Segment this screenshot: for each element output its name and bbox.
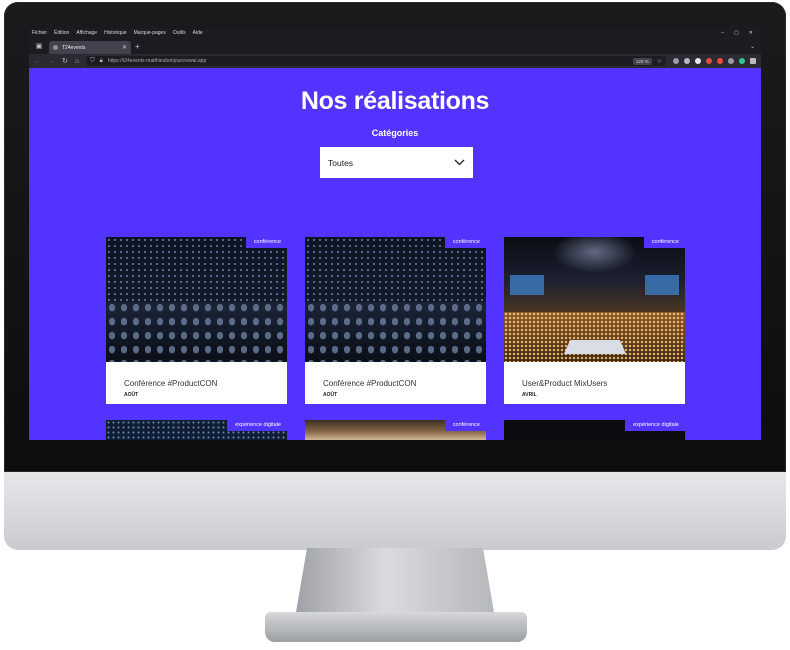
screen: Fichier Édition Affichage Historique Mar…	[29, 28, 761, 440]
reload-icon[interactable]: ↻	[62, 57, 68, 65]
menu-edition[interactable]: Édition	[54, 30, 69, 36]
extension-icon-2[interactable]	[706, 58, 712, 64]
bookmark-star-icon[interactable]: ☆	[657, 58, 662, 65]
card-date: AVRIL	[522, 392, 537, 398]
imac-monitor: Fichier Édition Affichage Historique Mar…	[0, 0, 790, 650]
tab-list-icon[interactable]: ▣	[33, 42, 45, 50]
category-badge: expérience digitale	[625, 420, 685, 431]
category-select-value: Toutes	[328, 157, 354, 168]
card-title: Conférence #ProductCON	[323, 379, 417, 388]
home-icon[interactable]: ⌂	[75, 58, 79, 65]
card-image	[305, 237, 486, 362]
tab-t24events[interactable]: T24events ✕	[49, 41, 131, 54]
url-bar[interactable]: ⛉ 🔒︎ https://t24events-matthieubonjourcr…	[86, 56, 666, 66]
menu-icon[interactable]	[750, 58, 756, 64]
extension-icon-4[interactable]	[739, 58, 745, 64]
project-card[interactable]: conférence User&Product MixUsers AVRIL	[504, 237, 685, 404]
screen-left	[510, 275, 544, 295]
menu-marque-pages[interactable]: Marque-pages	[134, 30, 166, 36]
category-badge: expérience digitale	[227, 420, 287, 431]
project-card[interactable]: expérience digitale	[106, 420, 287, 440]
extensions-icon[interactable]	[728, 58, 734, 64]
minimize-icon[interactable]: –	[721, 30, 724, 36]
extensions-toolbar	[673, 58, 756, 64]
url-text[interactable]: https://t24events-matthieubonjourcrewai.…	[108, 58, 628, 64]
favicon-icon	[53, 45, 58, 50]
pocket-icon[interactable]	[673, 58, 679, 64]
download-icon[interactable]	[684, 58, 690, 64]
card-date: AOÛT	[124, 392, 139, 398]
menu-historique[interactable]: Historique	[104, 30, 127, 36]
card-title: Conférence #ProductCON	[124, 379, 218, 388]
category-select[interactable]: Toutes	[320, 147, 473, 178]
card-image	[106, 237, 287, 362]
list-all-tabs-icon[interactable]: ⌄	[750, 43, 755, 50]
extension-icon-1[interactable]	[695, 58, 701, 64]
tab-bar: ▣ T24events ✕ + ⌄	[29, 38, 761, 54]
screen-right	[645, 275, 679, 295]
category-badge: conférence	[444, 420, 486, 431]
monitor-base	[265, 612, 527, 642]
audience	[305, 302, 486, 362]
back-icon[interactable]: ←	[34, 58, 41, 65]
menu-affichage[interactable]: Affichage	[76, 30, 97, 36]
zoom-badge[interactable]: 120 %	[632, 57, 652, 65]
project-card[interactable]: expérience digitale	[504, 420, 685, 440]
maximize-icon[interactable]: ▢	[734, 30, 739, 36]
audience	[106, 302, 287, 362]
menu-outils[interactable]: Outils	[173, 30, 186, 36]
audience	[504, 312, 685, 362]
category-badge: conférence	[245, 237, 287, 248]
menu-fichier[interactable]: Fichier	[32, 30, 47, 36]
web-page: Nos réalisations Catégories Toutes confé…	[29, 68, 761, 440]
new-tab-icon[interactable]: +	[135, 42, 140, 51]
card-title: User&Product MixUsers	[522, 379, 608, 388]
extension-icon-3[interactable]	[717, 58, 723, 64]
chevron-down-icon	[454, 159, 465, 166]
monitor-stand	[295, 548, 495, 618]
category-badge: conférence	[643, 237, 685, 248]
project-card[interactable]: conférence Conférence #ProductCON AOÛT	[106, 237, 287, 404]
card-date: AOÛT	[323, 392, 338, 398]
nav-bar: ← → ↻ ⌂ ⛉ 🔒︎ https://t24events-matthieub…	[29, 54, 761, 68]
lock-icon[interactable]: 🔒︎	[100, 58, 103, 65]
browser-menubar: Fichier Édition Affichage Historique Mar…	[29, 28, 761, 38]
stage	[564, 340, 626, 354]
menu-aide[interactable]: Aide	[193, 30, 203, 36]
shield-icon[interactable]: ⛉	[90, 58, 95, 65]
category-label: Catégories	[371, 128, 419, 138]
close-tab-icon[interactable]: ✕	[122, 44, 127, 51]
card-image	[504, 237, 685, 362]
tab-title: T24events	[62, 44, 86, 51]
page-title: Nos réalisations	[300, 87, 490, 115]
monitor-chin	[4, 472, 786, 550]
window-controls: – ▢ ✕	[721, 30, 761, 36]
project-card[interactable]: conférence Conférence #ProductCON AOÛT	[305, 237, 486, 404]
category-badge: conférence	[444, 237, 486, 248]
project-card[interactable]: conférence	[305, 420, 486, 440]
close-window-icon[interactable]: ✕	[749, 30, 753, 36]
forward-icon[interactable]: →	[48, 58, 55, 65]
